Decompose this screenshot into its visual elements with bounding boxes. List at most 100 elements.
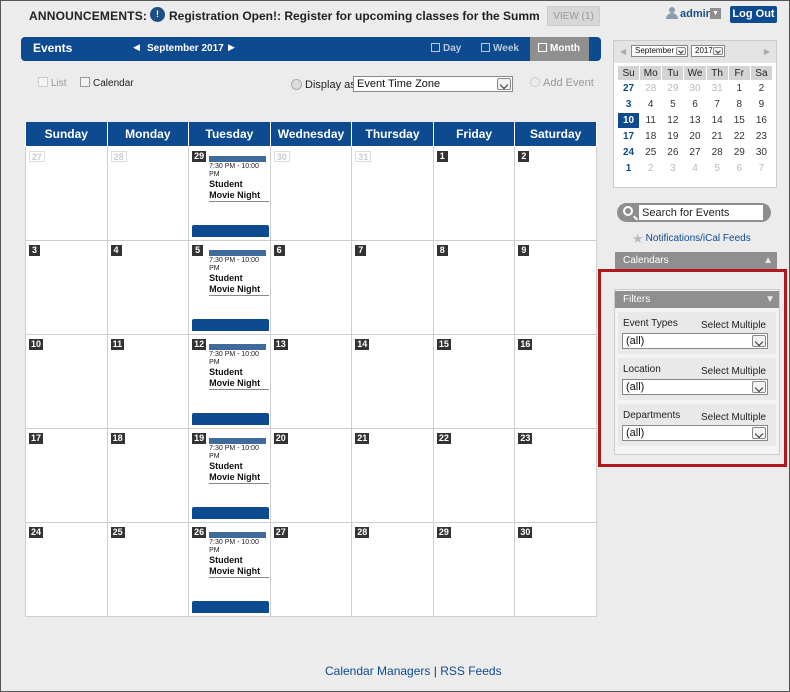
day-number[interactable]: 17 bbox=[29, 432, 44, 444]
mini-day-cell[interactable]: 10 bbox=[618, 113, 640, 128]
calendar-day-cell[interactable]: 26 7:30 PM - 10:00 PM Student Movie Night bbox=[188, 521, 271, 617]
mini-day-cell[interactable]: 18 bbox=[640, 129, 661, 144]
calendar-day-cell[interactable]: 27 bbox=[25, 145, 108, 241]
mini-day-cell[interactable]: 17 bbox=[618, 129, 639, 144]
mini-day-cell[interactable]: 28 bbox=[640, 81, 661, 96]
day-number[interactable]: 30 bbox=[273, 150, 290, 162]
mini-day-cell[interactable]: 9 bbox=[751, 97, 772, 112]
calendar-day-cell[interactable]: 28 bbox=[351, 521, 434, 617]
mini-day-cell[interactable]: 14 bbox=[707, 113, 728, 128]
day-number[interactable]: 6 bbox=[273, 244, 285, 256]
day-view-button[interactable]: Day bbox=[431, 37, 461, 61]
search-go-button[interactable]: GO bbox=[747, 206, 763, 217]
select-multiple-link[interactable]: Select Multiple bbox=[701, 320, 766, 331]
day-number[interactable]: 23 bbox=[518, 432, 533, 444]
calendar-view-link[interactable]: Calendar bbox=[80, 77, 134, 89]
day-number[interactable]: 8 bbox=[436, 244, 448, 256]
mini-next-icon[interactable]: ▶ bbox=[764, 47, 770, 56]
day-number[interactable]: 9 bbox=[518, 244, 530, 256]
day-number[interactable]: 19 bbox=[192, 432, 207, 444]
mini-day-cell[interactable]: 3 bbox=[618, 97, 639, 112]
day-number[interactable]: 15 bbox=[436, 338, 451, 350]
calendar-day-cell[interactable]: 12 7:30 PM - 10:00 PM Student Movie Night bbox=[188, 333, 271, 429]
search-input[interactable] bbox=[639, 205, 763, 220]
calendar-day-cell[interactable]: 11 bbox=[106, 333, 190, 429]
event-title-link[interactable]: Student Movie Night bbox=[209, 179, 270, 202]
mini-day-cell[interactable]: 8 bbox=[729, 97, 750, 112]
mini-day-cell[interactable]: 1 bbox=[618, 161, 639, 176]
mini-day-cell[interactable]: 20 bbox=[684, 129, 705, 144]
select-multiple-link[interactable]: Select Multiple bbox=[701, 366, 766, 377]
filters-panel-header[interactable]: Filters ▼ bbox=[615, 291, 779, 308]
mini-year-select[interactable]: 2017 bbox=[691, 45, 725, 57]
day-number[interactable]: 22 bbox=[436, 432, 451, 444]
day-number[interactable]: 28 bbox=[110, 150, 127, 162]
expand-down-icon[interactable]: ▼ bbox=[765, 291, 775, 308]
day-number[interactable]: 27 bbox=[273, 526, 288, 538]
calendar-day-cell[interactable]: 25 bbox=[106, 521, 190, 617]
calendar-day-cell[interactable]: 13 bbox=[269, 333, 353, 429]
calendar-day-cell[interactable]: 29 7:30 PM - 10:00 PM Student Movie Night bbox=[188, 145, 271, 241]
mini-day-cell[interactable]: 15 bbox=[729, 113, 750, 128]
mini-day-cell[interactable]: 11 bbox=[640, 113, 661, 128]
mini-day-cell[interactable]: 19 bbox=[662, 129, 683, 144]
list-view-link[interactable]: List bbox=[38, 77, 67, 89]
prev-month-icon[interactable]: ◀ bbox=[133, 42, 140, 53]
day-number[interactable]: 31 bbox=[355, 150, 372, 162]
day-number[interactable]: 4 bbox=[110, 244, 122, 256]
day-number[interactable]: 12 bbox=[192, 338, 207, 350]
next-month-icon[interactable]: ▶ bbox=[228, 42, 235, 53]
event-title-link[interactable]: Student Movie Night bbox=[209, 273, 270, 296]
mini-day-cell[interactable]: 29 bbox=[662, 81, 683, 96]
calendar-day-cell[interactable]: 2 bbox=[514, 145, 597, 241]
mini-day-cell[interactable]: 28 bbox=[707, 145, 728, 160]
calendar-day-cell[interactable]: 7 bbox=[351, 239, 434, 335]
event-types-select[interactable]: (all) bbox=[622, 333, 768, 349]
calendar-day-cell[interactable]: 10 bbox=[25, 333, 108, 429]
mini-day-cell[interactable]: 21 bbox=[707, 129, 728, 144]
calendar-day-cell[interactable]: 3 bbox=[25, 239, 108, 335]
day-number[interactable]: 7 bbox=[355, 244, 367, 256]
mini-day-cell[interactable]: 6 bbox=[729, 161, 750, 176]
mini-day-cell[interactable]: 5 bbox=[662, 97, 683, 112]
calendar-day-cell[interactable]: 6 bbox=[269, 239, 353, 335]
day-number[interactable]: 29 bbox=[192, 150, 207, 162]
day-number[interactable]: 5 bbox=[192, 244, 204, 256]
event-title-link[interactable]: Student Movie Night bbox=[209, 367, 270, 390]
calendar-day-cell[interactable]: 18 bbox=[106, 427, 190, 523]
day-number[interactable]: 10 bbox=[29, 338, 44, 350]
mini-day-cell[interactable]: 7 bbox=[707, 97, 728, 112]
calendar-day-cell[interactable]: 16 bbox=[514, 333, 597, 429]
user-menu-dropdown-icon[interactable]: ▼ bbox=[710, 8, 721, 19]
event-title-link[interactable]: Student Movie Night bbox=[209, 461, 270, 484]
mini-day-cell[interactable]: 12 bbox=[662, 113, 683, 128]
view-announcements-button[interactable]: VIEW (1) bbox=[547, 6, 600, 26]
mini-month-select[interactable]: September bbox=[631, 45, 688, 57]
day-number[interactable]: 28 bbox=[355, 526, 370, 538]
day-number[interactable]: 18 bbox=[110, 432, 125, 444]
day-number[interactable]: 20 bbox=[273, 432, 288, 444]
calendar-day-cell[interactable]: 29 bbox=[432, 521, 516, 617]
add-event-button[interactable]: Add Event bbox=[530, 77, 594, 89]
calendar-day-cell[interactable]: 5 7:30 PM - 10:00 PM Student Movie Night bbox=[188, 239, 271, 335]
event-title-link[interactable]: Student Movie Night bbox=[209, 555, 270, 578]
mini-day-cell[interactable]: 31 bbox=[707, 81, 728, 96]
calendar-day-cell[interactable]: 28 bbox=[106, 145, 190, 241]
mini-day-cell[interactable]: 29 bbox=[729, 145, 750, 160]
mini-day-cell[interactable]: 22 bbox=[729, 129, 750, 144]
rss-feeds-link[interactable]: RSS Feeds bbox=[440, 664, 501, 678]
day-number[interactable]: 25 bbox=[110, 526, 125, 538]
week-view-button[interactable]: Week bbox=[481, 37, 519, 61]
calendars-panel-header[interactable]: Calendars ▲ bbox=[615, 252, 777, 269]
day-number[interactable]: 27 bbox=[29, 150, 46, 162]
mini-day-cell[interactable]: 24 bbox=[618, 145, 639, 160]
calendar-day-cell[interactable]: 4 bbox=[106, 239, 190, 335]
calendar-day-cell[interactable]: 22 bbox=[432, 427, 516, 523]
mini-day-cell[interactable]: 23 bbox=[751, 129, 772, 144]
location-select[interactable]: (all) bbox=[622, 379, 768, 395]
mini-day-cell[interactable]: 27 bbox=[618, 81, 639, 96]
calendar-day-cell[interactable]: 27 bbox=[269, 521, 353, 617]
mini-day-cell[interactable]: 26 bbox=[662, 145, 683, 160]
departments-select[interactable]: (all) bbox=[622, 425, 768, 441]
calendar-day-cell[interactable]: 20 bbox=[269, 427, 353, 523]
